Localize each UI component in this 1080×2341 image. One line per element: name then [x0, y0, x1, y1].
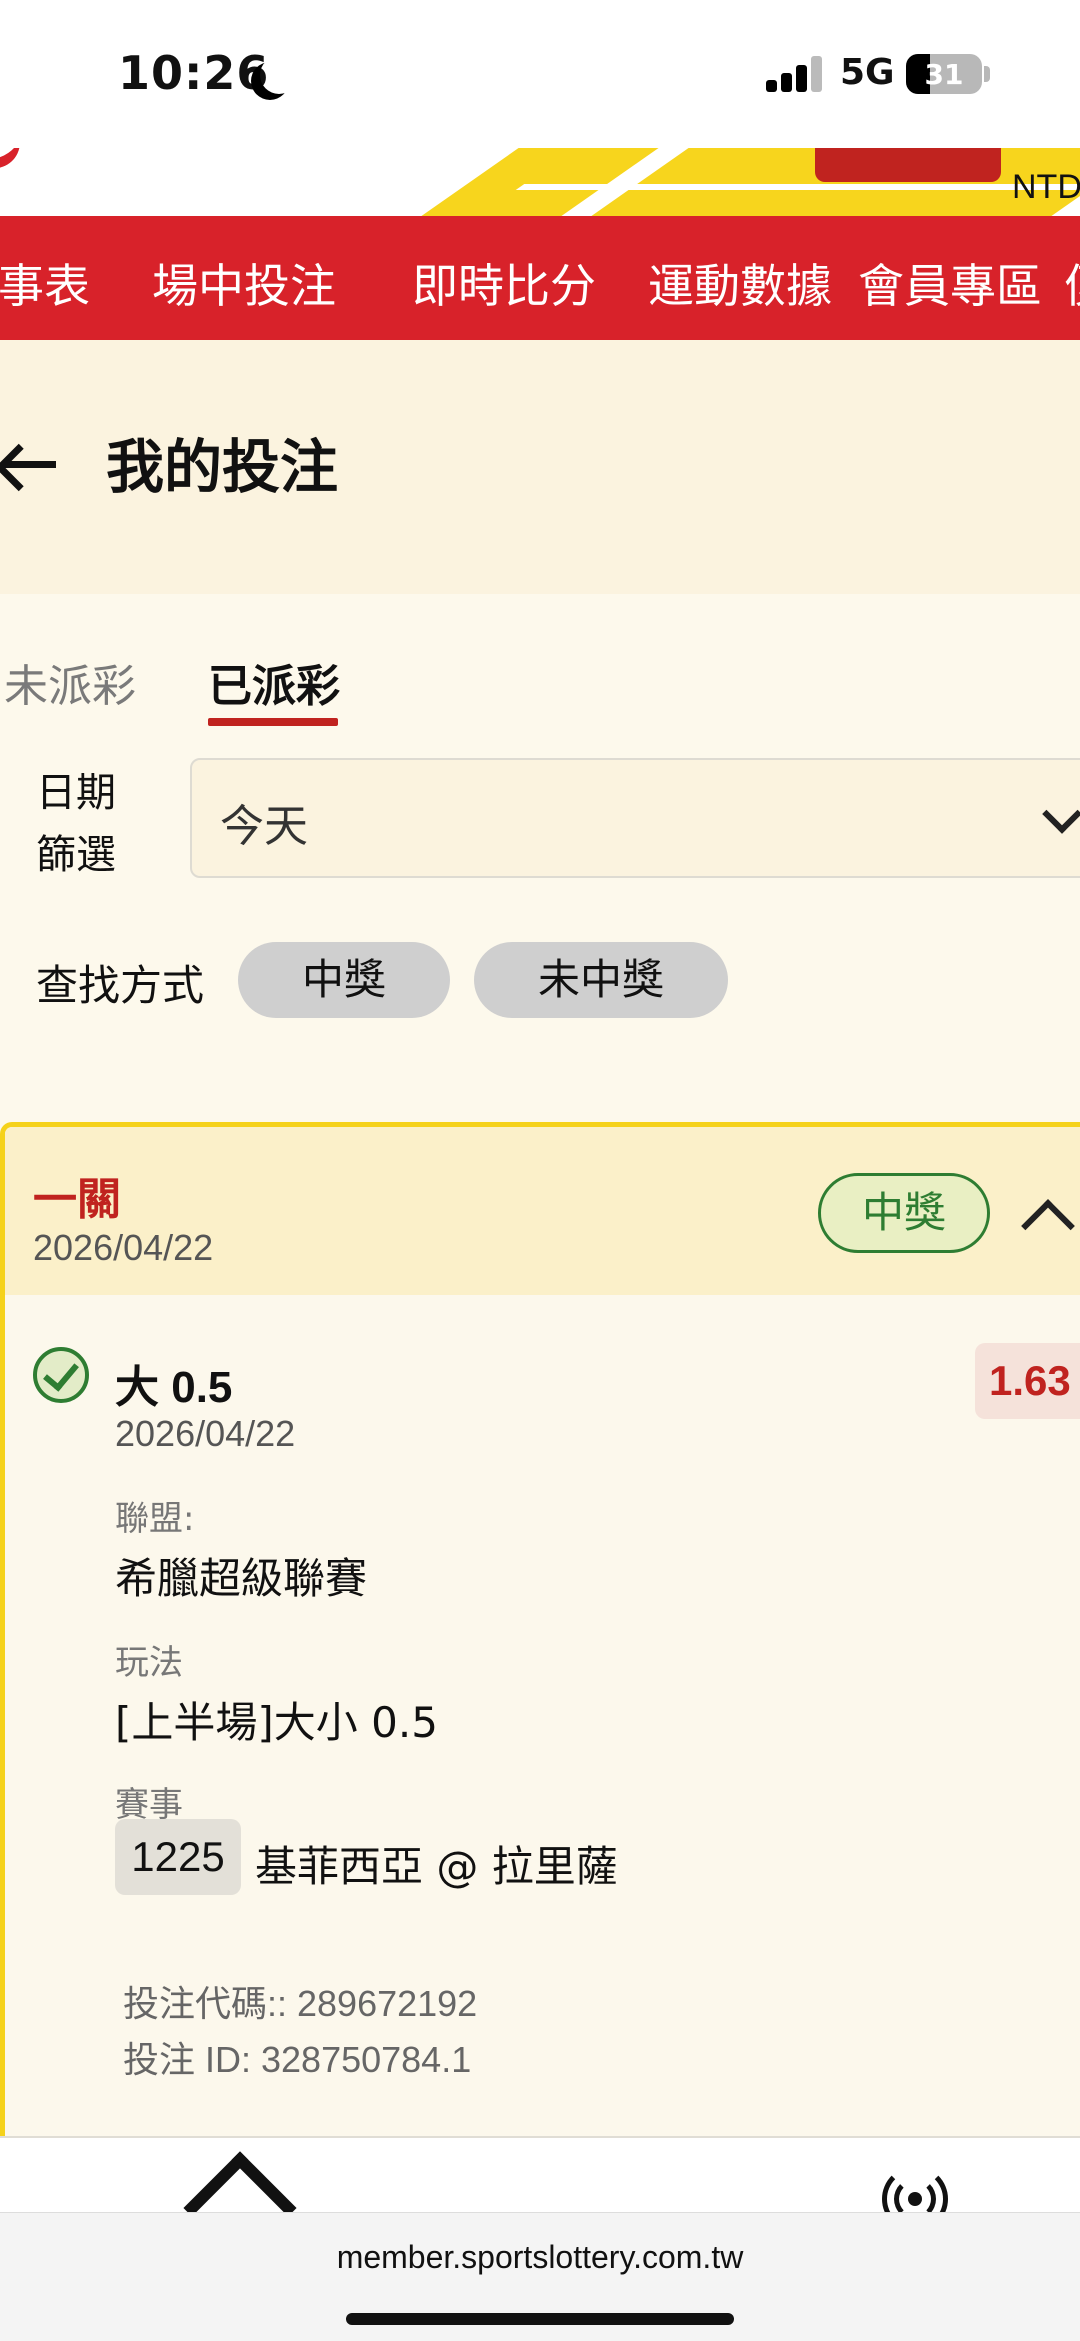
page-header: 我的投注 — [0, 340, 1080, 594]
bet-code: 投注代碼:: 289672192 — [123, 1983, 478, 2024]
site-logo[interactable] — [0, 148, 28, 176]
battery-percent: 31 — [924, 58, 964, 91]
network-type: 5G — [840, 52, 895, 93]
search-mode-label: 查找方式 — [36, 961, 205, 1010]
play-value: [上半場]大小 0.5 — [115, 1698, 438, 1747]
nav-item-sports-data[interactable]: 運動數據 — [648, 250, 832, 316]
live-broadcast-icon[interactable] — [882, 2166, 948, 2212]
battery-icon: 31 — [906, 54, 982, 94]
battery-tip — [984, 66, 990, 82]
cellular-signal-icon — [766, 56, 822, 92]
league-value: 希臘超級聯賽 — [115, 1554, 368, 1603]
active-tab-indicator — [208, 718, 338, 726]
bet-card-header[interactable]: 一關 2026/04/22 中獎 — [5, 1127, 1080, 1295]
currency-label: NTD — [1012, 168, 1080, 206]
banner-line — [515, 184, 1080, 190]
home-indicator[interactable] — [346, 2313, 734, 2325]
bet-card: 一關 2026/04/22 中獎 大 0.5 1.63 2026/04/22 聯… — [0, 1122, 1080, 2136]
moon-icon — [260, 56, 298, 94]
bet-id: 投注 ID: 328750784.1 — [123, 2039, 472, 2080]
date-filter-label: 日期 篩選 — [36, 762, 116, 886]
account-button[interactable] — [815, 148, 1001, 182]
selection-date: 2026/04/22 — [115, 1413, 296, 1454]
page-title: 我的投注 — [106, 433, 339, 501]
nav-item-live-betting[interactable]: 場中投注 — [152, 250, 336, 316]
settlement-tabs: 未派彩 已派彩 — [0, 594, 1080, 734]
nav-item-more[interactable]: 便 — [1064, 250, 1080, 316]
check-circle-icon — [33, 1347, 89, 1403]
chevron-up-icon[interactable] — [1021, 1199, 1075, 1253]
main-nav: 事表 場中投注 即時比分 運動數據 會員專區 便 — [0, 216, 1080, 340]
play-label: 玩法 — [115, 1643, 183, 1683]
tab-unsettled[interactable]: 未派彩 — [4, 650, 136, 714]
tab-settled[interactable]: 已派彩 — [208, 650, 340, 714]
browser-url-bar[interactable]: member.sportslottery.com.tw — [0, 2212, 1080, 2341]
url-text: member.sportslottery.com.tw — [336, 2239, 744, 2275]
status-badge: 中獎 — [818, 1173, 990, 1253]
bet-type: 一關 — [33, 1174, 121, 1225]
home-icon[interactable] — [183, 2151, 297, 2212]
selection-name: 大 0.5 — [115, 1363, 233, 1412]
status-bar: 10:26 5G 31 — [0, 0, 1080, 148]
nav-item-member-area[interactable]: 會員專區 — [858, 250, 1042, 316]
league-label: 聯盟: — [115, 1499, 195, 1539]
bet-date: 2026/04/22 — [33, 1227, 214, 1268]
match-number: 1225 — [115, 1819, 241, 1895]
date-filter-select[interactable]: 今天 — [190, 758, 1080, 878]
nav-item-live-score[interactable]: 即時比分 — [412, 250, 596, 316]
odds-value: 1.63 — [975, 1343, 1080, 1419]
filter-chip-won[interactable]: 中獎 — [238, 942, 450, 1018]
match-name: 基菲西亞 @ 拉里薩 — [255, 1842, 618, 1891]
filter-chip-lost[interactable]: 未中獎 — [474, 942, 728, 1018]
date-filter-value: 今天 — [220, 801, 308, 852]
date-filter-label-line2: 篩選 — [36, 832, 116, 878]
bottom-tab-bar — [0, 2136, 1080, 2212]
back-arrow-icon[interactable] — [0, 435, 58, 495]
date-filter-label-line1: 日期 — [36, 770, 116, 816]
chevron-down-icon — [1042, 794, 1080, 834]
nav-item-schedule[interactable]: 事表 — [0, 250, 90, 316]
site-banner: NTD — [0, 148, 1080, 216]
status-time: 10:26 — [118, 46, 270, 100]
